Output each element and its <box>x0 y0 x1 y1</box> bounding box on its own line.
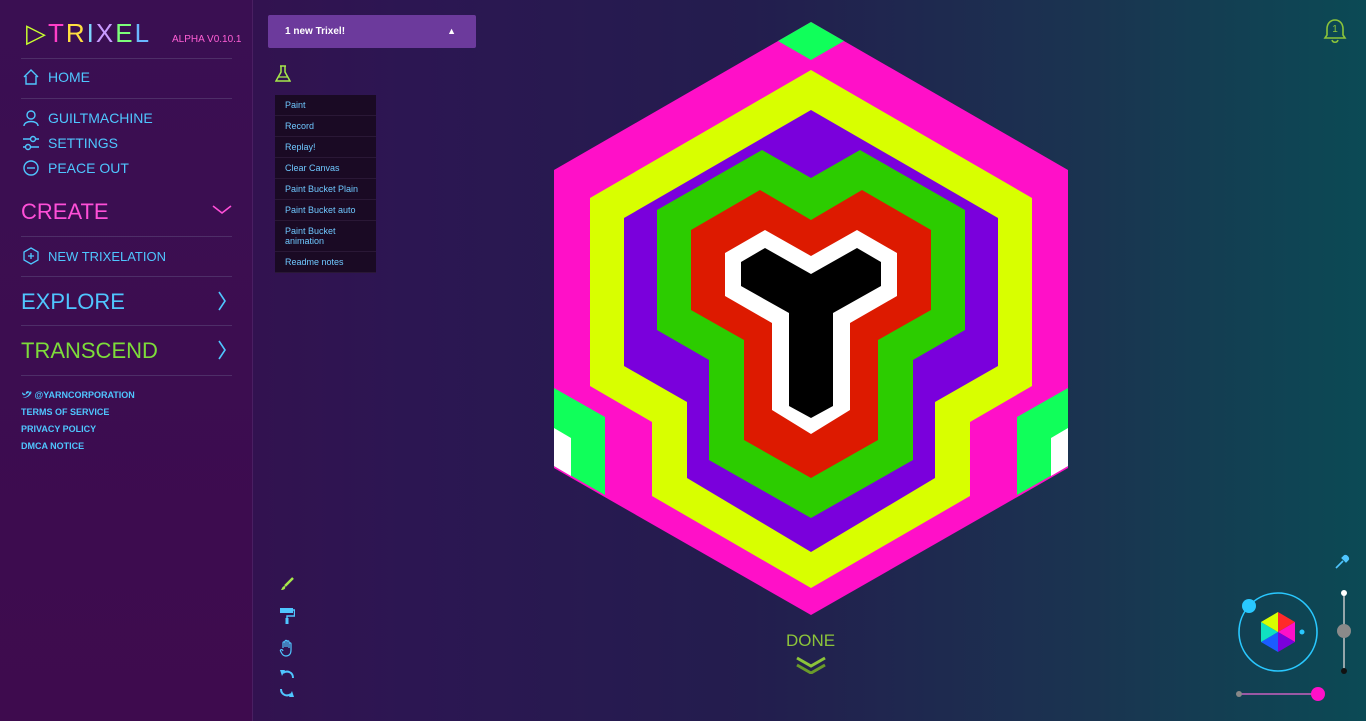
chevron-down-icon[interactable] <box>212 200 232 221</box>
trixel-logo[interactable]: ▷TRIXEL <box>26 18 151 49</box>
menu-item-replay[interactable]: Replay! <box>275 137 376 158</box>
version-label: ALPHA V0.10.1 <box>172 34 242 45</box>
bell-count: 1 <box>1332 24 1338 35</box>
twitter-handle: @YARNCORPORATION <box>34 390 135 400</box>
notification-banner[interactable]: 1 new Trixel! ▲ <box>268 15 476 48</box>
chevron-right-icon[interactable] <box>217 340 227 365</box>
paint-roller-icon[interactable] <box>279 607 296 630</box>
divider <box>21 375 232 376</box>
logo-letter: L <box>134 18 152 48</box>
menu-item-paint[interactable]: Paint <box>275 95 376 116</box>
lightness-slider[interactable] <box>1335 590 1353 685</box>
menu-item-record[interactable]: Record <box>275 116 376 137</box>
user-icon <box>23 110 39 127</box>
twitter-icon <box>21 391 32 398</box>
size-slider[interactable] <box>1233 684 1328 709</box>
chevron-down-icon[interactable] <box>796 654 826 679</box>
notification-bell[interactable]: 1 <box>1323 18 1347 49</box>
eyedropper-icon[interactable] <box>1333 553 1351 576</box>
nav-home-label: HOME <box>48 69 90 85</box>
terms-link[interactable]: TERMS OF SERVICE <box>21 407 109 417</box>
nav-new-trixelation-label: NEW TRIXELATION <box>48 248 166 264</box>
slider-bottom-black <box>1341 668 1347 674</box>
nav-home[interactable]: HOME <box>22 68 90 86</box>
logo-letter: I <box>86 18 96 48</box>
nav-user-label: GUILTMACHINE <box>48 110 153 126</box>
logo-triangle-icon: ▷ <box>26 18 48 48</box>
home-icon <box>23 69 39 85</box>
nav-settings[interactable]: SETTINGS <box>22 134 118 152</box>
divider <box>21 325 232 326</box>
logo-letter: E <box>115 18 135 48</box>
caret-up-icon[interactable]: ▲ <box>447 26 456 36</box>
palette-handle[interactable] <box>1242 599 1256 613</box>
logo-letter: X <box>95 18 116 48</box>
privacy-link[interactable]: PRIVACY POLICY <box>21 424 96 434</box>
divider <box>21 236 232 237</box>
minus-circle-icon <box>23 160 39 176</box>
menu-item-paint-bucket-animation[interactable]: Paint Bucket animation <box>275 221 376 252</box>
size-slider-thumb[interactable] <box>1311 687 1325 701</box>
add-hexagon-icon <box>23 247 39 265</box>
section-transcend[interactable]: TRANSCEND <box>21 338 158 364</box>
chevron-right-icon[interactable] <box>217 291 227 316</box>
divider <box>21 58 232 59</box>
nav-new-trixelation[interactable]: NEW TRIXELATION <box>22 247 166 265</box>
menu-item-paint-bucket-plain[interactable]: Paint Bucket Plain <box>275 179 376 200</box>
flask-icon[interactable] <box>274 65 292 88</box>
menu-item-clear-canvas[interactable]: Clear Canvas <box>275 158 376 179</box>
logo-letter: T <box>48 18 66 48</box>
twitter-link[interactable]: @YARNCORPORATION <box>21 390 135 400</box>
section-create[interactable]: CREATE <box>21 199 109 225</box>
size-slider-min <box>1236 691 1242 697</box>
divider <box>21 98 232 99</box>
logo-letter: R <box>65 18 87 48</box>
nav-user[interactable]: GUILTMACHINE <box>22 109 153 127</box>
paintbrush-icon[interactable] <box>279 576 295 597</box>
palette-dot <box>1299 629 1305 635</box>
lab-menu: Paint Record Replay! Clear Canvas Paint … <box>275 95 376 273</box>
sidebar: ▷TRIXEL ALPHA V0.10.1 HOME GUILTMACHINE … <box>0 0 253 721</box>
notification-text: 1 new Trixel! <box>285 26 346 37</box>
menu-item-paint-bucket-auto[interactable]: Paint Bucket auto <box>275 200 376 221</box>
lightness-slider-thumb[interactable] <box>1337 624 1351 638</box>
divider <box>21 276 232 277</box>
sliders-icon <box>23 135 39 151</box>
menu-item-readme-notes[interactable]: Readme notes <box>275 252 376 273</box>
trixel-canvas[interactable] <box>554 22 1069 620</box>
slider-top-white <box>1341 590 1347 596</box>
hand-icon[interactable] <box>279 639 295 662</box>
done-button[interactable]: DONE <box>786 631 835 651</box>
color-palette-wheel[interactable] <box>1233 590 1323 685</box>
nav-settings-label: SETTINGS <box>48 135 119 151</box>
redo-icon[interactable] <box>279 684 295 703</box>
dmca-link[interactable]: DMCA NOTICE <box>21 441 84 451</box>
nav-logout[interactable]: PEACE OUT <box>22 159 129 177</box>
trixel-artwork[interactable] <box>554 22 1069 615</box>
nav-logout-label: PEACE OUT <box>48 160 129 176</box>
section-explore[interactable]: EXPLORE <box>21 289 125 315</box>
